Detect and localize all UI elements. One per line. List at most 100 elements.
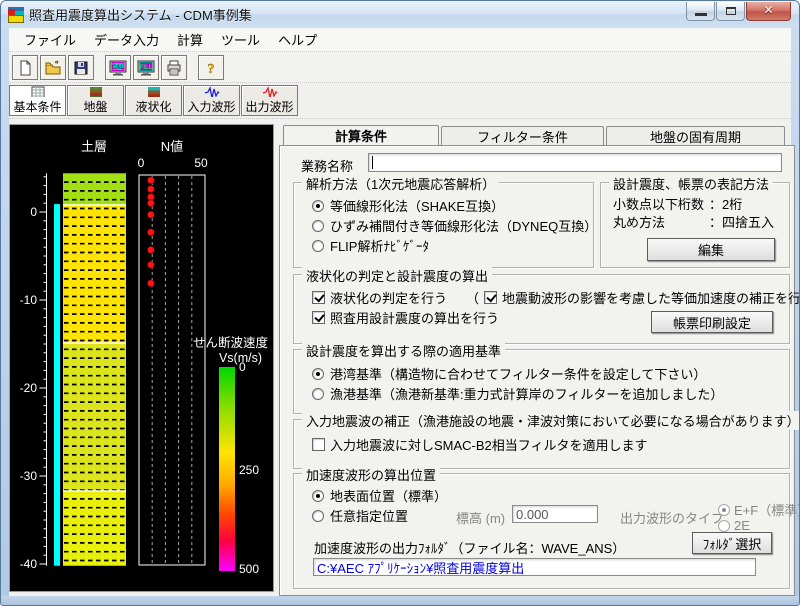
minimize-button[interactable]	[686, 2, 715, 21]
design-seismic-calc-label: 照査用設計震度の算出を行う	[330, 308, 499, 327]
radio-ef: E+F（標準）	[718, 500, 800, 519]
calc-button[interactable]: CAL	[105, 55, 131, 80]
text-caret	[372, 156, 373, 169]
print-button[interactable]	[161, 55, 187, 80]
radio-icon	[312, 220, 324, 232]
menubar: ファイル データ入力 計算 ツール ヘルプ	[9, 28, 791, 52]
nav-tab-basic[interactable]: 基本条件	[9, 85, 66, 116]
calc-conditions-page: 業務名称 解析方法（1次元地震応答解析） 等価線形化法（SHAKE互換）	[279, 145, 795, 596]
radio-icon	[718, 504, 730, 516]
report-print-settings-button[interactable]: 帳票印刷設定	[651, 311, 773, 333]
radio-arbitrary-position[interactable]: 任意指定位置	[312, 506, 408, 525]
nav-tab-output-wave[interactable]: 出力波形	[241, 85, 298, 116]
nav-tab-label: 地盤	[83, 98, 107, 115]
liquefaction-group: 液状化の判定と設計震度の算出 液状化の判定を行う （ 地震動波形の影響を考慮した…	[293, 274, 790, 344]
close-button[interactable]: ✕	[746, 2, 791, 21]
svg-text:-20: -20	[20, 381, 38, 395]
svg-text:せん断波速度: せん断波速度	[193, 335, 269, 350]
settings-panel: 計算条件 フィルター条件 地盤の固有周期 業務名称 解析方法（1次	[279, 125, 795, 596]
project-name-input[interactable]	[368, 153, 782, 172]
toolbar: CAL FILL ?	[9, 53, 791, 83]
input-wave-correction-title: 入力地震波の補正（漁港施設の地震・津波対策において必要になる場合があります）	[302, 411, 800, 430]
main-area: 土層N値0500-10-20-30-40せん断波速度Vs(m/s)0250500…	[9, 122, 791, 596]
radio-port-standard[interactable]: 港湾基準（構造物に合わせてフィルター条件を設定して下さい）	[312, 364, 706, 383]
minimize-icon	[695, 13, 707, 16]
nav-tab-input-wave[interactable]: 入力波形	[183, 85, 240, 116]
radio-ground-surface[interactable]: 地表面位置（標準）	[312, 486, 447, 505]
svg-text:土層: 土層	[81, 139, 107, 154]
notation-group: 設計震度、帳票の表記方法 小数点以下桁数 ：2桁 丸め方法 ：四捨五入 編集	[600, 182, 790, 268]
svg-text:?: ?	[208, 62, 215, 76]
help-button[interactable]: ?	[198, 55, 224, 80]
print-icon	[166, 60, 182, 76]
design-seismic-calc-checkbox[interactable]	[312, 311, 325, 324]
svg-text:250: 250	[239, 463, 259, 477]
soil-profile-chart: 土層N値0500-10-20-30-40せん断波速度Vs(m/s)0250500	[9, 124, 274, 592]
tab-natural-period[interactable]: 地盤の固有周期	[606, 126, 785, 145]
menu-help[interactable]: ヘルプ	[269, 27, 326, 52]
radio-dyneq[interactable]: ひずみ補間付き等価線形化法（DYNEQ互換）	[312, 216, 597, 235]
radio-icon	[312, 490, 324, 502]
titlebar: 照査用震度算出システム - CDM事例集 ✕	[1, 1, 799, 28]
nav-tab-liquefaction[interactable]: 液状化	[125, 85, 182, 116]
radio-icon	[312, 368, 324, 380]
menu-calc[interactable]: 計算	[168, 27, 212, 52]
analysis-method-title: 解析方法（1次元地震応答解析）	[302, 174, 499, 193]
save-button[interactable]	[68, 55, 94, 80]
nav-tab-ground[interactable]: 地盤	[67, 85, 124, 116]
output-folder-label: 加速度波形の出力ﾌｫﾙﾀﾞ（ファイル名：WAVE_ANS）	[314, 538, 625, 557]
radio-2e: 2E	[718, 518, 750, 533]
svg-text:-40: -40	[20, 557, 38, 571]
elevation-input[interactable]	[512, 505, 598, 523]
svg-text:0: 0	[138, 156, 145, 170]
save-icon	[73, 60, 89, 76]
window-frame-left	[1, 28, 9, 596]
svg-text:FILL: FILL	[140, 65, 153, 71]
folder-select-button[interactable]: ﾌｫﾙﾀﾞ選択	[692, 532, 772, 554]
liquefaction-judge-checkbox[interactable]	[312, 291, 325, 304]
radio-icon	[312, 388, 324, 400]
output-position-title: 加速度波形の算出位置	[302, 465, 440, 484]
open-folder-icon	[45, 60, 61, 76]
new-file-button[interactable]	[12, 55, 38, 80]
smac-b2-filter-label: 入力地震波に対しSMAC-B2相当フィルタを適用します	[330, 435, 648, 454]
open-button[interactable]	[40, 55, 66, 80]
radio-shake[interactable]: 等価線形化法（SHAKE互換）	[312, 196, 504, 215]
tab-calc-conditions[interactable]: 計算条件	[283, 125, 439, 145]
input-waveform-icon	[204, 86, 220, 97]
nav-tab-label: 基本条件	[13, 98, 61, 115]
equiv-accel-correction-checkbox[interactable]	[484, 291, 497, 304]
equiv-accel-correction-label: 地震動波形の影響を考慮した等価加速度の補正を行う）	[502, 288, 800, 307]
radio-fishing-port-standard[interactable]: 漁港基準（漁港新基準:重力式計算岸のフィルターを追加しました）	[312, 384, 723, 403]
output-folder-input[interactable]	[313, 558, 756, 576]
applicable-standard-group: 設計震度を算出する際の適用基準 港湾基準（構造物に合わせてフィルター条件を設定し…	[293, 349, 790, 414]
new-file-icon	[17, 60, 33, 76]
fill-button[interactable]: FILL	[133, 55, 159, 80]
app-window: 照査用震度算出システム - CDM事例集 ✕ ファイル データ入力 計算 ツール…	[0, 0, 800, 606]
decimal-digits-value: ：2桁	[709, 194, 742, 213]
help-icon: ?	[203, 60, 219, 76]
maximize-button[interactable]	[716, 2, 745, 21]
liquefaction-title: 液状化の判定と設計震度の算出	[302, 266, 492, 285]
elevation-label: 標高 (m)	[456, 508, 505, 527]
svg-text:50: 50	[194, 156, 208, 170]
radio-icon	[312, 510, 324, 522]
radio-flip[interactable]: FLIP解析ﾅﾋﾞｹﾞｰﾀ	[312, 236, 429, 255]
svg-text:0: 0	[239, 360, 246, 374]
decimal-digits-label: 小数点以下桁数	[613, 194, 709, 213]
liquefaction-soil-icon	[147, 86, 161, 97]
svg-text:0: 0	[30, 205, 37, 219]
smac-b2-filter-checkbox[interactable]	[312, 438, 325, 451]
menu-data-input[interactable]: データ入力	[85, 27, 168, 52]
edit-button[interactable]: 編集	[647, 238, 775, 261]
menu-file[interactable]: ファイル	[15, 27, 85, 52]
output-position-group: 加速度波形の算出位置 地表面位置（標準） 任意指定位置 標高 (m) 出力波形の…	[293, 473, 790, 589]
rounding-value: ：四捨五入	[709, 212, 774, 231]
radio-icon	[718, 520, 730, 532]
menu-tools[interactable]: ツール	[212, 27, 269, 52]
notation-title: 設計震度、帳票の表記方法	[609, 174, 773, 193]
analysis-method-group: 解析方法（1次元地震応答解析） 等価線形化法（SHAKE互換） ひずみ補間付き等…	[293, 182, 594, 268]
svg-text:-30: -30	[20, 469, 38, 483]
fill-monitor-icon: FILL	[137, 60, 155, 76]
tab-filter-conditions[interactable]: フィルター条件	[441, 126, 604, 145]
